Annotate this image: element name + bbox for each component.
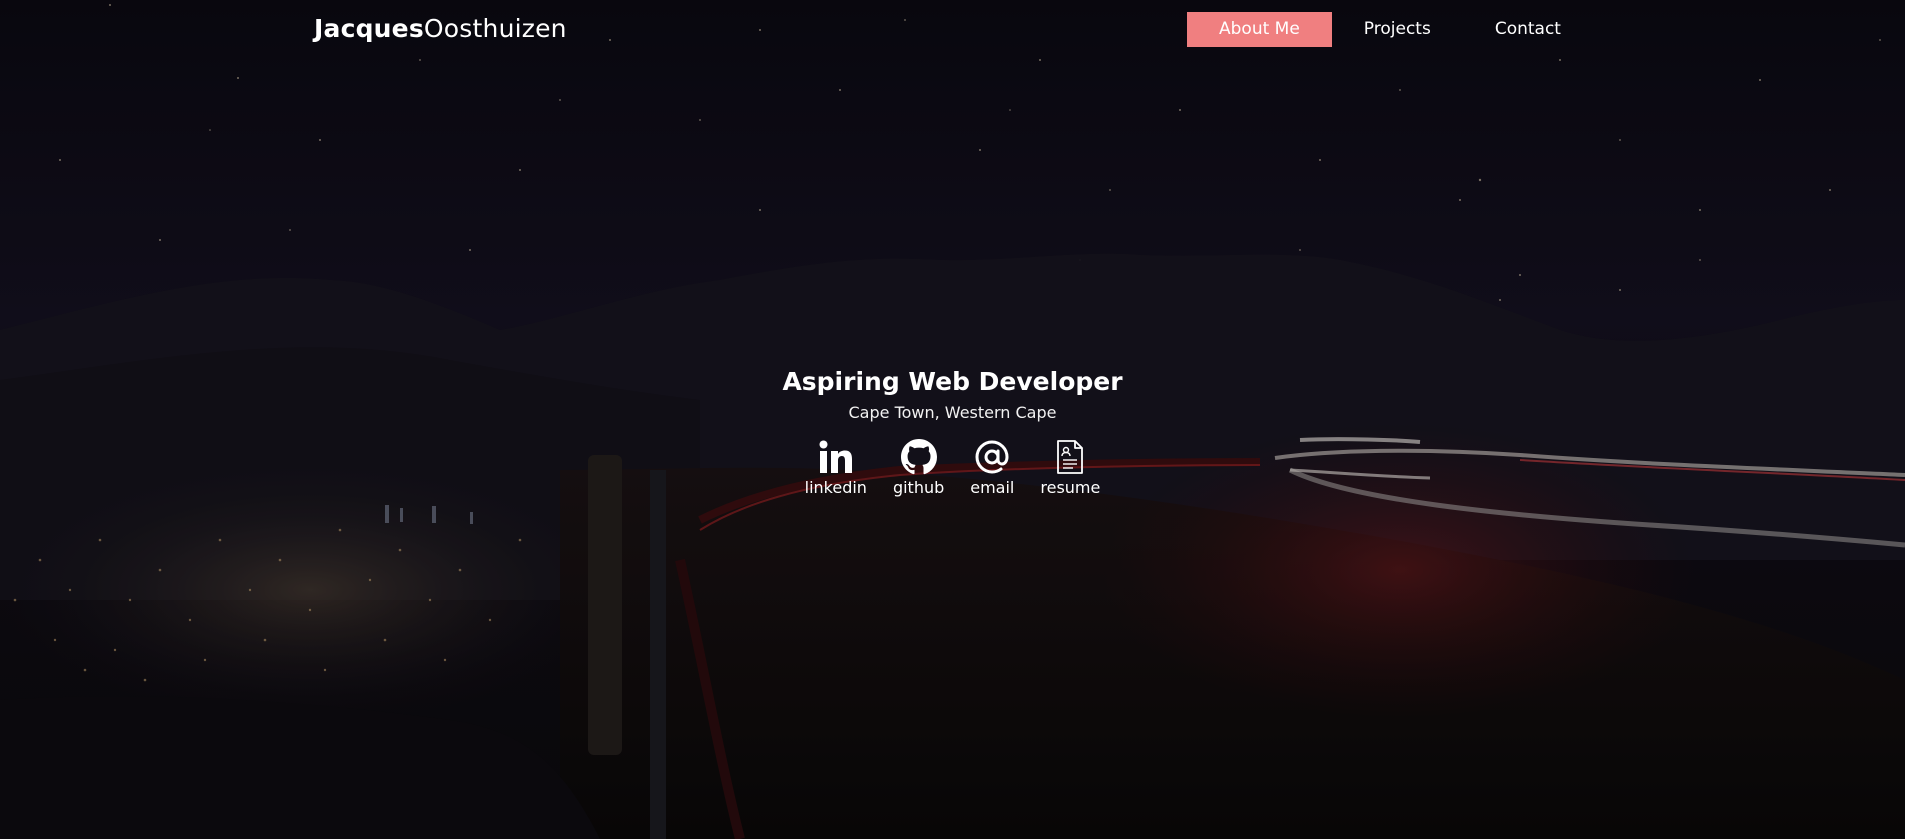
email-label: email — [970, 478, 1015, 497]
hero-section: JacquesOosthuizen About Me Projects Cont… — [0, 0, 1905, 839]
hero-location: Cape Town, Western Cape — [848, 403, 1057, 422]
email-link[interactable]: email — [970, 438, 1014, 499]
github-icon — [900, 438, 937, 476]
nav-item-contact[interactable]: Contact — [1463, 12, 1593, 47]
linkedin-link[interactable]: linkedin — [805, 438, 867, 499]
logo-first-name: Jacques — [314, 14, 424, 43]
social-links: linkedin github email resume — [0, 438, 1905, 499]
hero-content: Aspiring Web Developer Cape Town, Wester… — [0, 365, 1905, 499]
nav-item-about-me[interactable]: About Me — [1187, 12, 1332, 47]
linkedin-icon — [818, 438, 854, 476]
hero-title: Aspiring Web Developer — [782, 367, 1123, 396]
site-logo[interactable]: JacquesOosthuizen — [314, 12, 567, 46]
resume-link[interactable]: resume — [1040, 438, 1100, 499]
main-nav: About Me Projects Contact — [1187, 12, 1593, 47]
linkedin-label: linkedin — [804, 478, 867, 497]
github-label: github — [892, 478, 945, 497]
resume-document-icon — [1056, 438, 1084, 476]
resume-label: resume — [1040, 478, 1101, 497]
at-sign-icon — [974, 438, 1010, 476]
logo-last-name: Oosthuizen — [423, 14, 567, 43]
nav-item-projects[interactable]: Projects — [1332, 12, 1463, 47]
github-link[interactable]: github — [893, 438, 944, 499]
